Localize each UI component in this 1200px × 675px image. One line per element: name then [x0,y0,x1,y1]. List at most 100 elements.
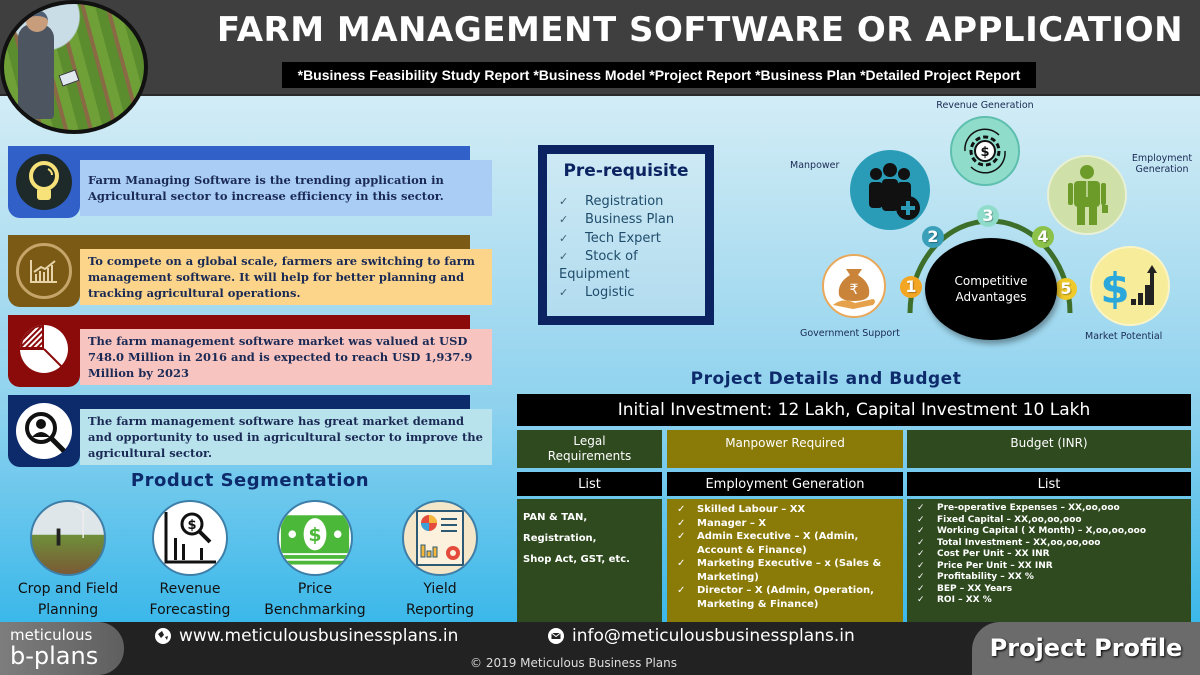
subheader-employment-generation: Employment Generation [667,472,903,496]
budget-item: ✓ Cost Per Unit – XX INR [911,549,1187,561]
header-manpower-required: Manpower Required [667,430,903,468]
project-details-title: Project Details and Budget [690,369,962,389]
prerequisite-list: ✓ Registration ✓ Business Plan ✓ Tech Exper… [547,193,705,303]
budget-item: ✓ Working Capital ( X Month) – X,oo,oo,oo… [911,526,1187,538]
subheader-list-legal: List [517,472,662,496]
card-text: Farm Managing Software is the trending a… [80,160,492,216]
check-icon: ✓ [917,503,925,513]
svg-text:$: $ [980,145,989,160]
tablet-icon [58,69,80,87]
card-icon-box [8,235,80,307]
check-icon: ✓ [559,231,569,245]
segment-revenue-forecasting: $ Revenue Forecasting [130,500,250,621]
team-add-icon [850,150,930,230]
header-bar: FARM MANAGEMENT SOFTWARE OR APPLICATION … [0,0,1200,96]
company-logo[interactable]: meticulous b-plans [0,622,124,675]
info-card-global: To compete on a global scale, farmers ar… [8,235,492,307]
person-search-icon [16,403,72,459]
lightbulb-icon [16,154,72,210]
check-icon: ✓ [677,531,686,542]
budget-item: ✓ Total Investment – XX,oo,oo,ooo [911,538,1187,550]
investment-banner: Initial Investment: 12 Lakh, Capital Inv… [517,394,1191,426]
svg-text:$: $ [187,518,196,533]
project-profile-label: Project Profile [972,622,1200,675]
manpower-item: ✓ Skilled Labour – XX [671,503,899,517]
advantage-number-4: 4 [1032,226,1054,248]
info-card-demand: The farm management software has great m… [8,395,492,467]
center-label: Competitive [954,274,1028,288]
advantage-number-3: 3 [977,205,999,227]
manpower-item: ✓ Manager – X [671,517,899,531]
globe-icon [155,628,171,644]
dollar-gear-icon: $ [950,116,1020,186]
field-photo-icon [30,500,106,576]
money-bill-icon: $ [277,500,353,576]
center-label: Advantages [955,290,1027,304]
check-icon: ✓ [917,572,925,582]
check-icon: ✓ [559,249,569,263]
report-document-icon [402,500,478,576]
check-icon: ✓ [917,560,925,571]
budget-item: ✓ BEP – XX Years [911,584,1187,596]
check-icon: ✓ [559,213,569,227]
label-revenue-generation: Revenue Generation [936,100,1034,111]
website-link[interactable]: www.meticulousbusinessplans.in [155,626,458,646]
segment-label: Price Benchmarking [264,581,366,618]
check-icon: ✓ [677,517,686,529]
check-icon: ✓ [677,585,686,596]
manpower-item: ✓ Marketing Executive – x (Sales & Market… [671,557,899,584]
rupee-bag-hand-icon: ₹ [822,254,886,318]
budget-item: ✓ Pre-operative Expenses – XX,oo,ooo [911,503,1187,515]
info-card-market-value: The farm management software market was … [8,315,492,387]
email-link[interactable]: info@meticulousbusinessplans.in [548,626,855,646]
farmer-figure [18,24,54,119]
prerequisite-item: ✓ Logistic [559,284,705,302]
email-icon [548,628,564,644]
budget-item: ✓ Profitability – XX % [911,572,1187,584]
prerequisite-item: ✓ Tech Expert [559,230,705,248]
budget-item: ✓ Fixed Capital – XX,oo,oo,ooo [911,515,1187,527]
budget-item: ✓ ROI – XX % [911,595,1187,607]
legal-text-line: Shop Act, GST, etc. [523,554,630,565]
report-types-banner: *Business Feasibility Study Report *Busi… [282,62,1036,88]
product-segmentation-title: Product Segmentation [130,470,370,491]
page-title: FARM MANAGEMENT SOFTWARE OR APPLICATION [216,10,1184,50]
label-employment-generation: Employment Generation [1131,153,1193,175]
farmer-photo [0,0,148,134]
label-market-potential: Market Potential [1085,331,1163,342]
segment-price-benchmarking: $ Price Benchmarking [255,500,375,621]
card-icon-box [8,395,80,467]
info-card-trending: Farm Managing Software is the trending a… [8,146,492,218]
segment-yield-reporting: Yield Reporting [380,500,500,621]
legal-requirements-content: PAN & TAN, Registration, Shop Act, GST, … [517,499,662,622]
pie-chart-icon [18,323,70,380]
email-text[interactable]: info@meticulousbusinessplans.in [572,626,855,646]
prerequisite-item: ✓ Stock of Equipment [559,248,638,283]
budget-item: ✓ Price Per Unit – XX INR [911,561,1187,573]
advantage-number-1: 1 [900,276,922,298]
employee-icon [1047,155,1127,235]
label-manpower: Manpower [790,160,840,171]
header-legal-requirements: Legal Requirements [517,430,662,468]
competitive-advantages-center: Competitive Advantages [925,238,1057,340]
logo-text-bottom: b-plans [10,642,99,670]
advantage-number-2: 2 [922,226,944,248]
website-text[interactable]: www.meticulousbusinessplans.in [179,626,458,646]
check-icon: ✓ [917,595,925,605]
subheader-list-budget: List [907,472,1191,496]
prerequisite-item: ✓ Business Plan [559,211,705,229]
farmer-head [26,10,48,32]
card-text: The farm management software has great m… [80,409,492,465]
label-government-support: Government Support [800,328,900,339]
dollar-growth-icon: $ [1090,246,1170,326]
revenue-search-icon: $ [152,500,228,576]
segment-label: Revenue Forecasting [149,581,231,618]
check-icon: ✓ [917,514,925,525]
card-icon-box [8,146,80,218]
segment-label: Crop and Field Planning [17,581,119,618]
manpower-item: ✓ Director – X (Admin, Operation, Marketi… [671,584,899,611]
check-icon: ✓ [559,195,569,208]
svg-text:$: $ [1101,264,1130,311]
copyright-text: © 2019 Meticulous Business Plans [470,656,678,670]
manpower-item: ✓ Admin Executive – X (Admin, Account & F… [671,530,899,557]
